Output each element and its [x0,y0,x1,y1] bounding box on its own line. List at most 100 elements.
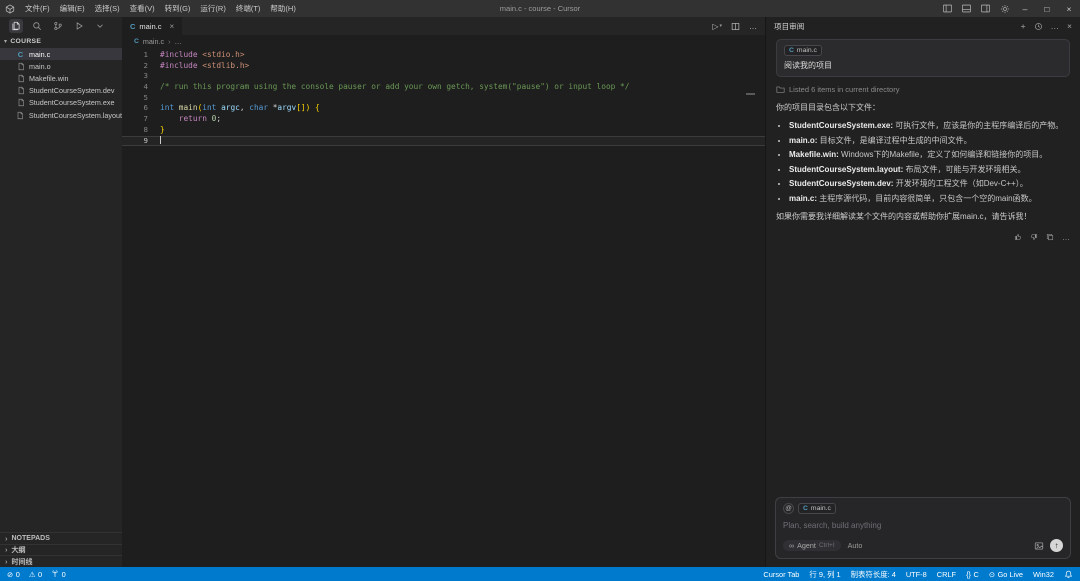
thumbs-up-icon[interactable] [1014,233,1022,242]
code-text: int main(int argc, char *argv[]) { [160,103,320,114]
menu-item[interactable]: 文件(F) [20,3,55,14]
file-tree-item[interactable]: StudentCourseSystem.layout [0,109,122,121]
status-cursor-position[interactable]: 行 9, 列 1 [809,569,840,580]
menu-item[interactable]: 查看(V) [125,3,160,14]
menu-item[interactable]: 转到(G) [160,3,196,14]
status-cursor-tab[interactable]: Cursor Tab [763,570,799,579]
image-attach-icon[interactable] [1034,541,1044,551]
copy-icon[interactable] [1046,233,1054,242]
code-line[interactable]: 7 return 0; [122,114,765,125]
tab-bar: C main.c × ▷▾ … [122,17,765,35]
explorer-section-header[interactable]: ▾ COURSE [0,35,122,48]
menu-item[interactable]: 编辑(E) [55,3,90,14]
file-tree-item[interactable]: Cmain.c [0,48,122,60]
menu-item[interactable]: 运行(R) [195,3,230,14]
line-number: 6 [122,103,160,114]
breadcrumb-file[interactable]: main.c [143,37,164,46]
search-icon[interactable] [30,19,44,33]
context-chip[interactable]: C main.c [784,45,822,56]
maximize-button[interactable]: □ [1036,0,1058,17]
ports-forwarded[interactable]: 0 [51,570,66,579]
code-line[interactable]: 9 [122,136,765,147]
more-actions-icon[interactable]: … [1062,233,1070,242]
file-tree-item[interactable]: StudentCourseSystem.dev [0,85,122,97]
status-language-mode[interactable]: {}C [966,570,979,579]
code-line[interactable]: 1#include <stdio.h> [122,50,765,61]
sidebar-section-notepads[interactable]: ›NOTEPADS [0,532,122,544]
chevron-down-icon[interactable] [93,19,107,33]
chat-history-icon[interactable] [1034,22,1043,31]
send-button[interactable]: ↑ [1050,539,1063,552]
breadcrumb[interactable]: C main.c › … [122,35,765,48]
code-text: return 0; [160,114,221,125]
run-and-debug-icon[interactable] [72,19,86,33]
status-encoding[interactable]: UTF-8 [906,570,927,579]
add-context-button[interactable]: @ [783,503,794,514]
message-actions: … [776,233,1070,242]
tab-main-c[interactable]: C main.c × [122,17,182,35]
status-indentation[interactable]: 制表符长度: 4 [851,569,896,580]
toggle-primary-sidebar-icon[interactable] [938,0,957,17]
source-control-icon[interactable] [51,19,65,33]
line-number: 1 [122,50,160,61]
sidebar-bottom-sections: ›NOTEPADS›大纲›时间线 [0,532,122,567]
more-actions-icon[interactable]: … [749,22,757,31]
code-line[interactable]: 6int main(int argc, char *argv[]) { [122,103,765,114]
run-code-button[interactable]: ▷▾ [712,22,722,31]
file-tree-item[interactable]: main.o [0,60,122,72]
c-file-icon: C [789,47,794,54]
project-file-bullet: StudentCourseSystem.layout: 布局文件，可能与开发环境… [789,163,1070,178]
status-eol[interactable]: CRLF [937,570,956,579]
model-selector[interactable]: Auto [848,541,863,550]
file-tree-item[interactable]: Makefile.win [0,72,122,84]
minimize-button[interactable]: – [1014,0,1036,17]
agent-mode-selector[interactable]: ∞ Agent Ctrl+I [783,540,841,551]
notifications-bell-icon[interactable] [1064,570,1073,579]
thumbs-down-icon[interactable] [1030,233,1038,242]
line-number: 4 [122,82,160,93]
project-file-bullet: main.c: 主程序源代码，目前内容很简单，只包含一个空的main函数。 [789,192,1070,207]
split-editor-icon[interactable] [731,22,740,31]
close-window-button[interactable]: × [1058,0,1080,17]
menu-item[interactable]: 帮助(H) [265,3,300,14]
chat-input-box[interactable]: @ C main.c Plan, search, build anything … [775,497,1071,559]
code-area[interactable]: 1#include <stdio.h>2#include <stdlib.h>3… [122,48,765,567]
code-line[interactable]: 8} [122,125,765,136]
activity-bar [0,17,122,35]
menu-item[interactable]: 选择(S) [90,3,125,14]
file-tree-item[interactable]: StudentCourseSystem.exe [0,97,122,109]
assistant-file-list: StudentCourseSystem.exe: 可执行文件，应该是你的主程序编… [776,119,1070,207]
file-icon [16,74,25,83]
code-line[interactable]: 4/* run this program using the console p… [122,82,765,93]
toggle-secondary-sidebar-icon[interactable] [976,0,995,17]
keybinding-hint: Ctrl+I [819,542,835,549]
settings-gear-icon[interactable] [995,0,1014,17]
new-chat-icon[interactable]: + [1021,21,1026,31]
problems-warnings[interactable]: ⚠ 0 [29,570,42,579]
assistant-outro: 如果你需要我详细解读某个文件的内容或帮助你扩展main.c，请告诉我！ [776,210,1070,224]
chevron-right-icon: › [168,37,170,46]
code-line[interactable]: 2#include <stdlib.h> [122,61,765,72]
more-actions-icon[interactable]: … [1051,21,1060,31]
problems-errors[interactable]: ⊘ 0 [7,570,20,579]
code-line[interactable]: 5 [122,93,765,104]
tool-call-note[interactable]: Listed 6 items in current directory [776,85,1070,94]
file-icon [16,111,25,120]
chevron-right-icon: › [5,545,8,554]
editor-actions: ▷▾ … [712,17,757,35]
chat-input[interactable]: Plan, search, build anything [783,521,1063,530]
status-go-live[interactable]: ⊙Go Live [989,570,1023,579]
context-chip[interactable]: C main.c [798,503,836,514]
breadcrumb-more[interactable]: … [175,37,182,46]
c-file-icon: C [130,22,135,31]
toggle-panel-icon[interactable] [957,0,976,17]
close-tab-icon[interactable]: × [170,22,175,31]
close-panel-icon[interactable]: × [1067,21,1072,31]
sidebar-section-outline[interactable]: ›大纲 [0,544,122,556]
menu-item[interactable]: 终端(T) [231,3,266,14]
file-name: StudentCourseSystem.dev [29,86,115,95]
code-line[interactable]: 3 [122,71,765,82]
sidebar-section-timeline[interactable]: ›时间线 [0,555,122,567]
status-platform[interactable]: Win32 [1033,570,1054,579]
explorer-icon[interactable] [9,19,23,33]
